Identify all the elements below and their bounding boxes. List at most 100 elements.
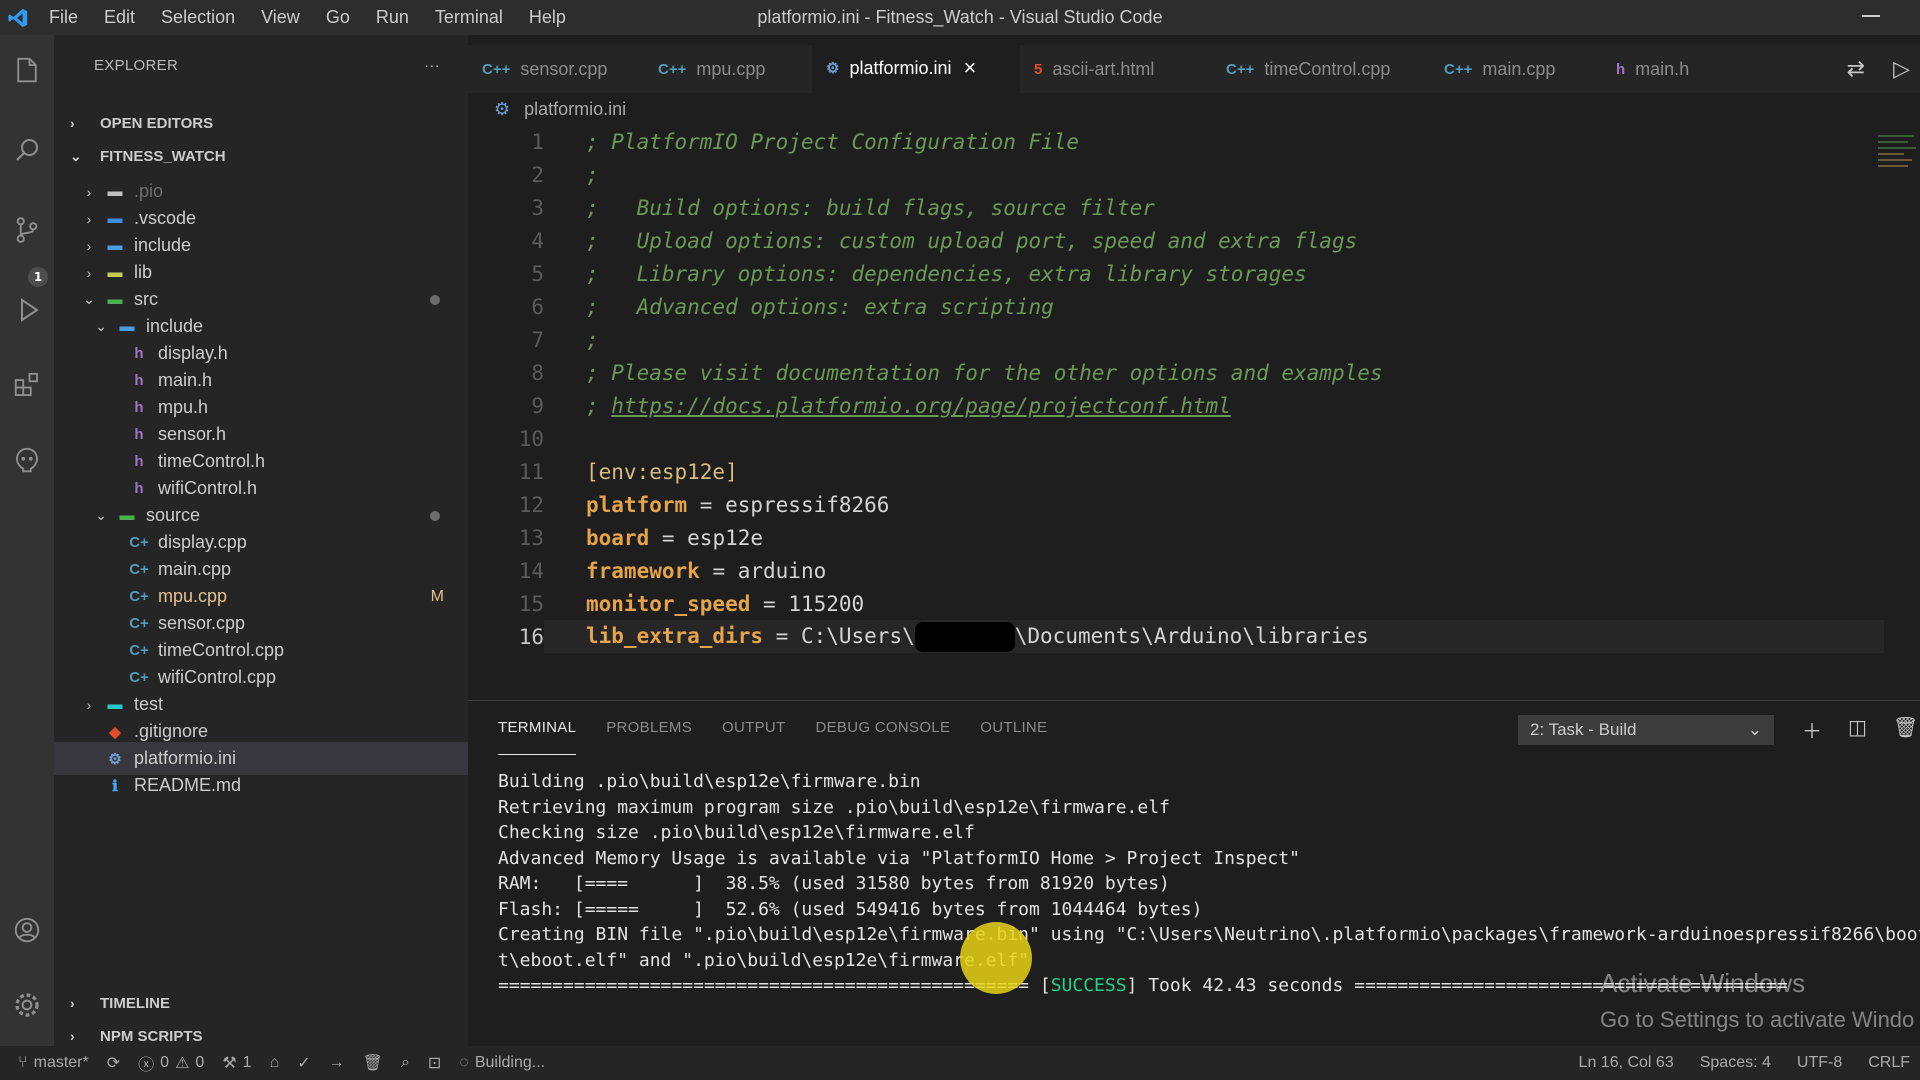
timeline-section[interactable]: › TIMELINE	[54, 987, 468, 1019]
branch-indicator[interactable]: ⑂ master*	[18, 1054, 89, 1072]
h-file-icon: h	[134, 372, 144, 389]
chevron-down-icon: ⌄	[95, 507, 107, 523]
code-line: 15 monitor_speed = 115200	[468, 587, 1868, 620]
ini-key: monitor_speed	[586, 591, 751, 616]
branch-name: master*	[33, 1054, 89, 1071]
src-folder-file-icon: ▬	[119, 507, 135, 524]
code-text: ; Build options: build flags, source fil…	[586, 196, 1155, 220]
tab-output[interactable]: OUTPUT	[722, 701, 785, 755]
source-control-icon[interactable]	[12, 215, 42, 245]
project-section[interactable]: ⌄ FITNESS_WATCH	[54, 140, 468, 172]
tab-main-cpp[interactable]: C++ main.cpp	[1430, 45, 1602, 93]
warning-icon: ⚠	[175, 1055, 190, 1072]
kill-terminal-icon[interactable]: 🗑	[1893, 715, 1918, 744]
more-actions-icon[interactable]: ···	[424, 57, 440, 74]
line-number: 16	[518, 624, 544, 649]
menu-run[interactable]: Run	[363, 0, 422, 35]
pio-home-icon[interactable]: ⌂	[270, 1054, 280, 1072]
test-folder-file-icon: ▬	[107, 696, 123, 713]
tab-sensor-cpp[interactable]: C++ sensor.cpp	[468, 45, 644, 93]
spinner-icon: ◌	[459, 1054, 469, 1071]
split-terminal-icon[interactable]: ◫	[1848, 715, 1867, 744]
run-file-icon[interactable]: ▷	[1893, 57, 1910, 82]
include-folder-file-icon: ▬	[119, 318, 135, 335]
breadcrumb-file[interactable]: platformio.ini	[524, 99, 626, 120]
indentation[interactable]: Spaces: 4	[1700, 1054, 1771, 1072]
tab-outline[interactable]: OUTLINE	[980, 701, 1047, 755]
settings-gear-icon[interactable]	[12, 990, 42, 1020]
info-file-icon: ℹ	[112, 777, 118, 795]
tree-item-label: test	[134, 694, 164, 714]
modified-dot-icon	[430, 294, 440, 305]
chevron-right-icon: ›	[70, 1028, 75, 1044]
terminal-output[interactable]: Building .pio\build\esp12e\firmware.bin R…	[498, 769, 1920, 999]
code-line: 1 ; PlatformIO Project Configuration File	[468, 125, 1868, 158]
line-number: 7	[531, 327, 544, 352]
h-file-icon: h	[134, 345, 144, 362]
menu-go[interactable]: Go	[313, 0, 363, 35]
search-icon[interactable]	[12, 135, 42, 165]
tab-platformio-ini[interactable]: ⚙ platformio.ini ×	[812, 45, 1020, 93]
open-editors-section[interactable]: › OPEN EDITORS	[54, 107, 468, 139]
tab-timecontrol-cpp[interactable]: C++ timeControl.cpp	[1212, 45, 1430, 93]
pio-clean-icon[interactable]: 🗑	[363, 1053, 383, 1073]
tab-terminal[interactable]: TERMINAL	[498, 701, 577, 755]
tab-ascii-art-html[interactable]: 5 ascii-art.html	[1020, 45, 1212, 93]
cpp-file-icon: C+	[129, 534, 149, 551]
tasks-indicator[interactable]: ⚒ 1	[222, 1053, 251, 1073]
comment: ;	[586, 162, 599, 187]
platformio-alien-icon[interactable]	[12, 445, 42, 475]
new-terminal-icon[interactable]: ＋	[1802, 715, 1822, 744]
minimap[interactable]	[1872, 125, 1920, 185]
pio-upload-icon[interactable]: →	[329, 1054, 345, 1072]
code-line: 13 board = esp12e	[468, 521, 1868, 554]
terminal-line: Building .pio\build\esp12e\firmware.bin	[498, 771, 921, 792]
encoding[interactable]: UTF-8	[1797, 1054, 1842, 1072]
tab-problems[interactable]: PROBLEMS	[606, 701, 692, 755]
tab-main-h[interactable]: h main.h	[1602, 45, 1752, 93]
project-label: FITNESS_WATCH	[100, 147, 226, 165]
line-endings[interactable]: CRLF	[1868, 1054, 1910, 1072]
account-icon[interactable]	[12, 915, 42, 945]
tab-mpu-cpp[interactable]: C++ mpu.cpp	[644, 45, 812, 93]
warning-count: 0	[195, 1054, 205, 1071]
menu-edit[interactable]: Edit	[91, 0, 148, 35]
activate-windows-watermark: Activate Windows Go to Settings to activ…	[1600, 968, 1914, 1033]
code-editor[interactable]: 1 ; PlatformIO Project Configuration File…	[468, 125, 1920, 700]
menu-help[interactable]: Help	[516, 0, 579, 35]
git-file-icon: ◆	[109, 723, 121, 741]
minimize-button[interactable]	[1862, 15, 1880, 17]
comment: ; Advanced options: extra scripting	[586, 294, 1054, 319]
line-number: 15	[518, 591, 544, 616]
problems-indicator[interactable]: ⓧ 0 ⚠ 0	[138, 1051, 204, 1075]
terminal-line: RAM: [==== ] 38.5% (used 31580 bytes fro…	[498, 873, 1170, 894]
sync-icon[interactable]: ⟳	[107, 1053, 120, 1073]
tab-debug-console[interactable]: DEBUG CONSOLE	[815, 701, 950, 755]
chevron-right-icon: ›	[86, 264, 92, 281]
compare-changes-icon[interactable]: ⇄	[1847, 57, 1865, 82]
tab-file-icon: h	[1616, 60, 1626, 78]
extensions-icon[interactable]	[12, 370, 42, 400]
code-line: 8 ; Please visit documentation for the ot…	[468, 356, 1868, 389]
code-line: 12 platform = espressif8266	[468, 488, 1868, 521]
menu-file[interactable]: File	[36, 0, 91, 35]
line-number: 14	[518, 558, 544, 583]
docs-link[interactable]: https://docs.platformio.org/page/project…	[611, 394, 1231, 418]
tree-item-label: .vscode	[134, 208, 197, 228]
terminal-select[interactable]: 2: Task - Build ⌄	[1518, 715, 1774, 745]
terminal-line: Advanced Memory Usage is available via "…	[498, 847, 1300, 869]
tree-item[interactable]: ℹ README.md	[54, 769, 468, 802]
pio-serial-monitor-icon[interactable]: ⌕	[401, 1054, 410, 1072]
mouse-cursor-highlight	[960, 922, 1032, 994]
code-text: ; Please visit documentation for the oth…	[586, 361, 1383, 385]
pio-build-icon[interactable]: ✓	[297, 1053, 310, 1073]
explorer-icon[interactable]	[12, 55, 42, 85]
menu-terminal[interactable]: Terminal	[422, 0, 516, 35]
run-debug-icon[interactable]	[12, 295, 42, 325]
pio-terminal-icon[interactable]: ⊡	[428, 1053, 441, 1073]
menu-selection[interactable]: Selection	[148, 0, 248, 35]
line-number: 3	[531, 195, 544, 220]
close-tab-icon[interactable]: ×	[964, 55, 977, 81]
cursor-position[interactable]: Ln 16, Col 63	[1579, 1054, 1674, 1072]
menu-view[interactable]: View	[248, 0, 313, 35]
